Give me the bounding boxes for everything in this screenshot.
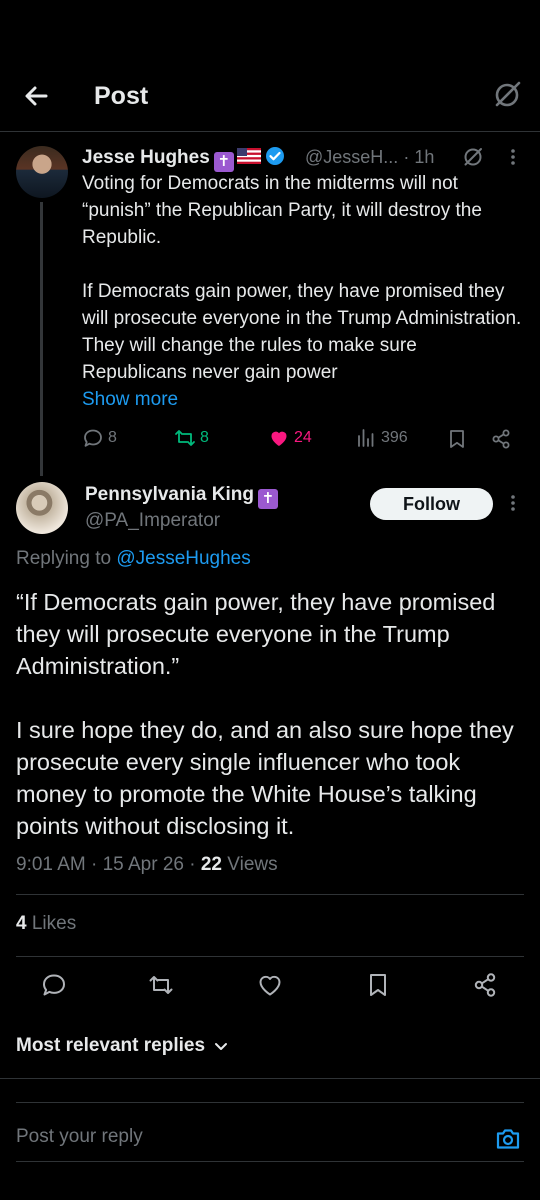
author-handle: @JesseH... — [305, 147, 399, 167]
show-more-link[interactable]: Show more — [82, 389, 178, 411]
repost-icon — [175, 430, 195, 446]
more-vertical-icon — [511, 495, 515, 511]
grok-icon — [495, 81, 521, 107]
chevron-down-icon — [215, 1043, 228, 1050]
follow-button[interactable]: Follow — [370, 488, 493, 520]
sort-replies-dropdown[interactable]: Most relevant replies — [16, 1035, 229, 1057]
reply-composer[interactable]: Post your reply — [16, 1102, 524, 1162]
repost-button[interactable] — [147, 971, 175, 999]
sort-label: Most relevant replies — [16, 1035, 206, 1056]
like-button[interactable] — [256, 971, 284, 999]
post-paragraph: Voting for Democrats in the midterms wil… — [82, 173, 482, 248]
grok-button[interactable] — [492, 80, 522, 110]
reply-paragraph: I sure hope they do, and an also sure ho… — [16, 717, 514, 839]
back-button[interactable] — [20, 80, 52, 112]
separator-dot: · — [91, 854, 98, 875]
cross-badge-icon: ✝ — [213, 152, 234, 172]
post-time: 9:01 AM — [16, 854, 86, 875]
section-divider — [0, 1078, 540, 1079]
share-button[interactable] — [471, 971, 499, 999]
divider — [16, 894, 524, 895]
bookmark-button[interactable] — [446, 428, 468, 450]
reply-count: 8 — [108, 429, 117, 446]
more-options-button[interactable] — [502, 492, 524, 514]
separator-dot: · — [403, 147, 415, 167]
bookmark-icon — [450, 430, 464, 448]
author-name-text: Pennsylvania King — [85, 484, 254, 505]
likes-summary[interactable]: 4 Likes — [16, 913, 76, 935]
author-name[interactable]: Pennsylvania King ✝ — [85, 484, 278, 509]
camera-icon — [496, 1129, 520, 1149]
reply-button[interactable]: 8 — [82, 427, 117, 449]
replying-to: Replying to @JesseHughes — [16, 548, 251, 570]
author-name[interactable]: Jesse Hughes ✝ — [82, 146, 285, 172]
mention-link[interactable]: @JesseHughes — [116, 548, 250, 569]
avatar[interactable] — [16, 146, 68, 198]
post-paragraph: If Democrats gain power, they have promi… — [82, 281, 522, 383]
share-icon — [492, 429, 510, 449]
views-label: Views — [227, 854, 278, 875]
more-options-button[interactable] — [502, 146, 524, 168]
top-bar: Post — [0, 60, 540, 132]
avatar[interactable] — [16, 482, 68, 534]
verified-badge-icon — [265, 147, 284, 165]
views-count: 22 — [200, 854, 222, 875]
views-button[interactable]: 396 — [355, 427, 408, 449]
bookmark-icon — [370, 974, 386, 996]
post-text[interactable]: Voting for Democrats in the midterms wil… — [82, 170, 522, 413]
reply-text: “If Democrats gain power, they have prom… — [16, 586, 524, 874]
us-flag-icon — [236, 148, 261, 164]
thread-line — [40, 202, 43, 476]
heart-filled-icon — [271, 431, 287, 446]
reply-button[interactable] — [40, 971, 68, 999]
likes-count: 4 — [16, 913, 27, 934]
likes-label: Likes — [31, 913, 77, 934]
heart-icon — [259, 975, 281, 996]
reply-input[interactable]: Post your reply — [16, 1126, 143, 1148]
views-count: 396 — [381, 429, 408, 446]
camera-button[interactable] — [494, 1125, 522, 1153]
post-metadata: 9:01 AM · 15 Apr 26 · 22 Views — [16, 854, 278, 876]
separator-dot: · — [189, 854, 196, 875]
reply-icon — [43, 974, 65, 996]
page-title: Post — [94, 82, 149, 110]
repost-icon — [149, 976, 173, 994]
share-icon — [474, 973, 496, 997]
repost-count: 8 — [200, 429, 209, 446]
repost-button[interactable]: 8 — [174, 427, 209, 449]
post-date: 15 Apr 26 — [102, 854, 184, 875]
share-button[interactable] — [490, 428, 512, 450]
more-vertical-icon — [511, 149, 515, 165]
reply-icon — [84, 429, 102, 447]
like-button[interactable]: 24 — [268, 427, 312, 449]
replying-prefix: Replying to — [16, 548, 112, 569]
views-chart-icon — [358, 429, 374, 447]
like-count: 24 — [294, 429, 312, 446]
cross-badge-icon: ✝ — [257, 489, 278, 509]
reply-paragraph: “If Democrats gain power, they have prom… — [16, 589, 496, 679]
divider — [16, 956, 524, 957]
arrow-left-icon — [25, 86, 48, 106]
author-name-text: Jesse Hughes — [82, 147, 210, 168]
author-handle[interactable]: @PA_Imperator — [85, 510, 220, 532]
grok-icon — [464, 148, 482, 166]
grok-post-button[interactable] — [462, 146, 484, 168]
handle-and-time: @JesseH... · 1h — [305, 147, 434, 168]
post-time: 1h — [414, 147, 435, 167]
bookmark-button[interactable] — [364, 971, 392, 999]
